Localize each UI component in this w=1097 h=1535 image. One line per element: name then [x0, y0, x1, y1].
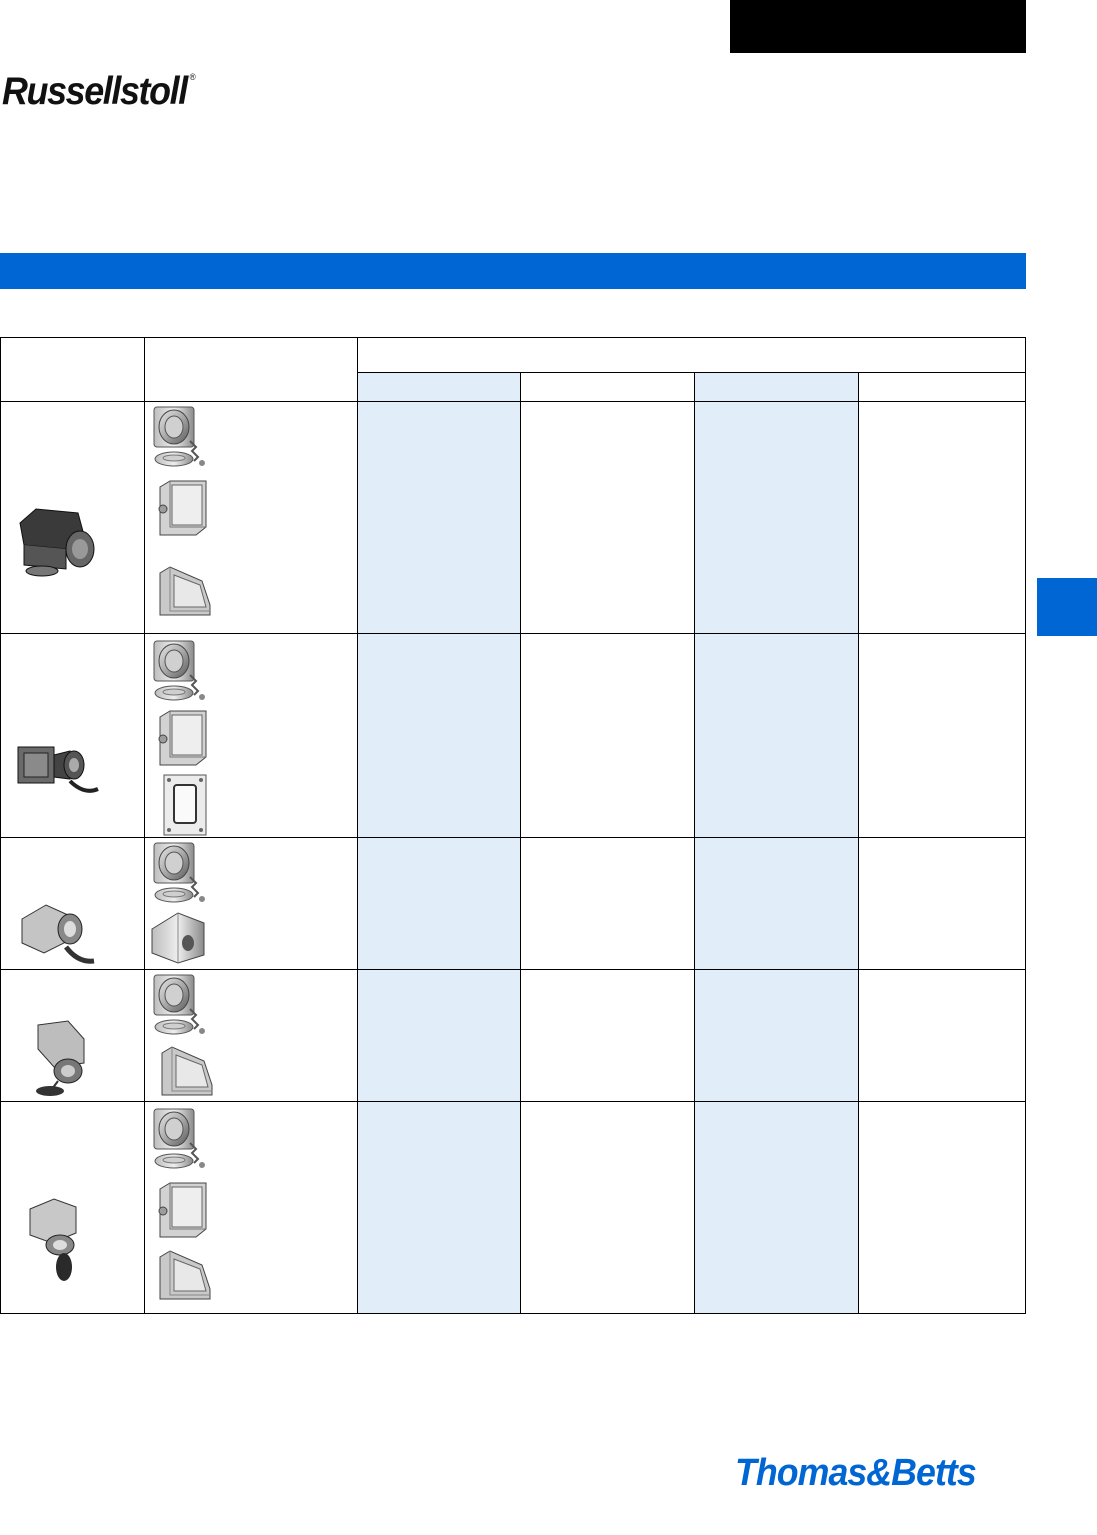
receptacle-with-cap-icon	[152, 405, 212, 469]
section-tab	[730, 0, 1026, 53]
section-title-bar	[0, 253, 1026, 289]
back-box-icon	[156, 1181, 210, 1239]
receptacle-box-housing-icon	[17, 746, 99, 793]
header-cell-product	[4, 341, 140, 397]
flange-plate-icon	[160, 773, 210, 837]
thomas-betts-logo: Thomas&Betts	[735, 1452, 977, 1494]
receptacle-with-cap-icon	[152, 973, 212, 1037]
hood-adapter-icon	[148, 909, 208, 965]
russellstoll-logo: Russellstoll ®	[2, 70, 196, 113]
receptacle-angle-housing-icon	[19, 508, 95, 577]
receptacle-hood-housing-icon	[21, 904, 95, 964]
section-index-tab[interactable]	[1037, 578, 1097, 636]
header-cell-ratings	[362, 341, 1022, 369]
back-box-icon	[156, 709, 210, 767]
receptacle-elbow-down-housing-icon	[29, 1198, 77, 1281]
receptacle-with-cap-icon	[152, 1107, 212, 1171]
shaded-column-3	[695, 373, 858, 1314]
receptacle-elbow-housing-icon	[36, 1020, 85, 1096]
product-table	[0, 337, 1026, 1314]
angle-adapter-icon	[156, 1247, 212, 1301]
receptacle-with-cap-icon	[152, 639, 212, 703]
angle-adapter-icon	[156, 563, 212, 617]
angle-adapter-icon	[158, 1043, 214, 1097]
back-box-icon	[156, 479, 210, 537]
shaded-column-1	[358, 373, 520, 1314]
receptacle-with-cap-icon	[152, 841, 212, 905]
header-cell-components	[148, 341, 353, 397]
